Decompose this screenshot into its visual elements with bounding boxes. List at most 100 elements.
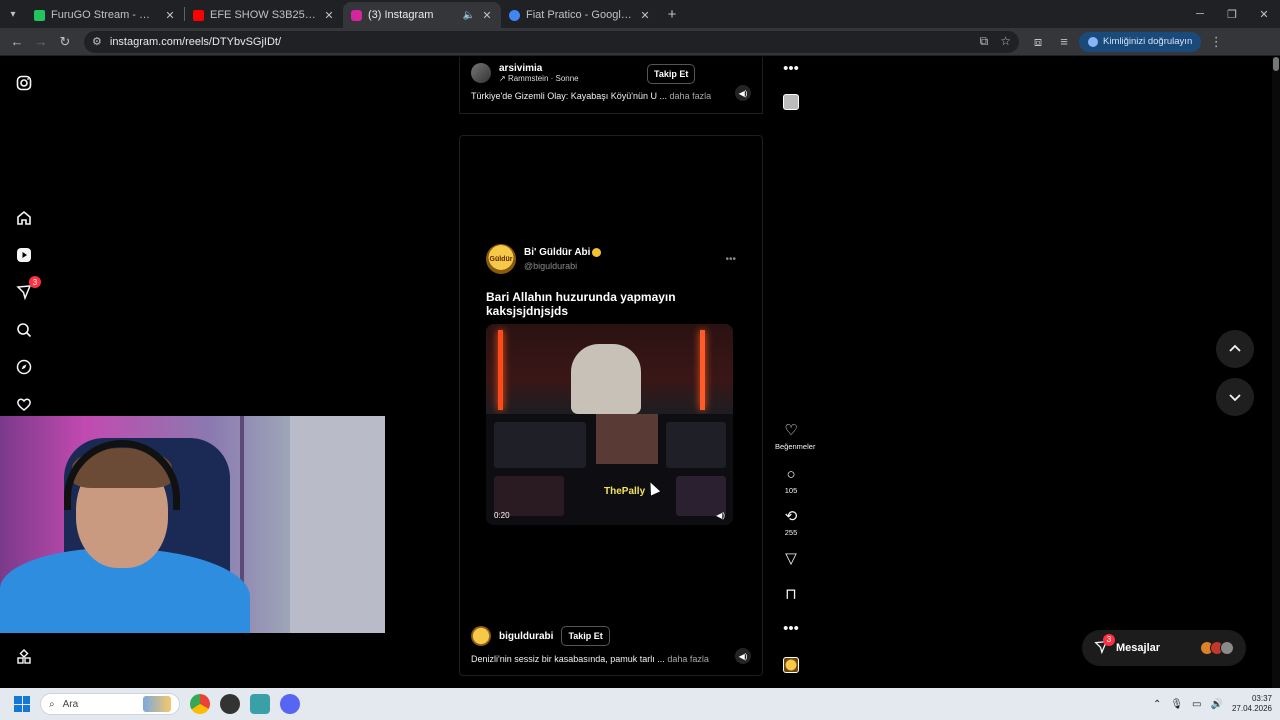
volume-icon[interactable]: 🔊 xyxy=(1211,699,1223,710)
search-icon: ⌕ xyxy=(49,698,55,710)
verify-identity-label: Kimliğinizi doğrulayın xyxy=(1103,36,1193,47)
explore-icon[interactable] xyxy=(14,357,34,377)
clock[interactable]: 03:37 27.04.2026 xyxy=(1232,694,1272,714)
comment-icon: ○ xyxy=(786,466,796,483)
messages-button[interactable]: 3 Mesajlar xyxy=(1082,630,1246,666)
neon-light xyxy=(498,330,503,410)
windows-start-icon[interactable] xyxy=(14,696,30,712)
more-link[interactable]: daha fazla xyxy=(670,91,712,101)
close-icon[interactable]: ✕ xyxy=(164,9,176,22)
video-time: 0:20 xyxy=(494,511,510,520)
new-tab-button[interactable]: + xyxy=(659,6,685,23)
video-overlay-logo: ThePally xyxy=(604,486,646,497)
forward-icon[interactable]: → xyxy=(30,31,52,53)
restore-icon[interactable]: ❐ xyxy=(1216,8,1248,21)
browser-toolbar: ← → ↻ ⚙ instagram.com/reels/DTYbvSGjIDt/… xyxy=(0,28,1280,56)
chrome-icon[interactable] xyxy=(190,694,210,714)
close-window-icon[interactable]: ✕ xyxy=(1248,8,1280,21)
like-button[interactable]: ♡ Beğenmeler xyxy=(775,423,815,452)
tweet-more-icon: ••• xyxy=(725,253,736,265)
tab-instagram[interactable]: (3) Instagram 🔈 ✕ xyxy=(343,2,501,28)
reels-icon[interactable] xyxy=(14,245,34,265)
reel-author-row: biguldurabi Takip Et xyxy=(471,626,610,646)
scrollbar-thumb[interactable] xyxy=(1273,57,1279,71)
follow-button[interactable]: Takip Et xyxy=(561,626,610,646)
reel-more-icon[interactable]: ••• xyxy=(775,621,807,637)
extensions-icon[interactable]: ⧈ xyxy=(1027,31,1049,53)
neon-light xyxy=(700,330,705,410)
audio-thumbnail-icon[interactable] xyxy=(783,657,799,673)
reel-music[interactable]: ↗ Rammstein · Sonne xyxy=(499,74,579,83)
avatar[interactable] xyxy=(471,63,491,83)
scrollbar[interactable] xyxy=(1272,57,1280,688)
back-icon[interactable]: ← xyxy=(6,31,28,53)
heart-icon[interactable] xyxy=(14,394,34,414)
mute-icon[interactable]: ◀) xyxy=(735,648,751,664)
install-app-icon[interactable]: ⧉ xyxy=(980,34,989,49)
audio-thumbnail-icon[interactable] xyxy=(783,94,799,110)
tab-furugo[interactable]: FuruGO Stream - Watch Live o ✕ xyxy=(26,2,184,28)
previous-reel-button[interactable] xyxy=(1216,330,1254,368)
current-reel[interactable]: Güldür Bi' Güldür Abi @biguldurabi ••• B… xyxy=(459,135,763,676)
video-stream-scene xyxy=(486,324,733,414)
reel-caption[interactable]: Türkiye'de Gizemli Olay: Kayabaşı Köyü'n… xyxy=(471,91,711,101)
video-screen-capture: ThePally xyxy=(486,414,733,525)
clock-time: 03:37 xyxy=(1251,694,1272,703)
repost-count: 255 xyxy=(784,528,798,537)
tweet-text: Bari Allahın huzurunda yapmayın kaksjsjd… xyxy=(486,290,676,318)
display-icon[interactable]: ▭ xyxy=(1192,699,1201,710)
verify-identity-button[interactable]: Kimliğinizi doğrulayın xyxy=(1079,31,1202,52)
discord-icon[interactable] xyxy=(280,694,300,714)
search-highlight-image xyxy=(143,696,171,712)
tab-efe-show[interactable]: EFE SHOW S3B25 | HİKAYEDEN ✕ xyxy=(185,2,343,28)
previous-reel[interactable]: arsivimia ↗ Rammstein · Sonne Takip Et T… xyxy=(459,57,763,114)
next-reel-button[interactable] xyxy=(1216,378,1254,416)
reel-caption[interactable]: Denizli'nin sessiz bir kasabasında, pamu… xyxy=(471,654,709,664)
app-icon[interactable] xyxy=(220,694,240,714)
chevron-up-icon[interactable]: ⌃ xyxy=(1153,699,1161,710)
tab-title: EFE SHOW S3B25 | HİKAYEDEN xyxy=(210,9,317,21)
reel-username[interactable]: biguldurabi xyxy=(499,631,553,642)
reload-icon[interactable]: ↻ xyxy=(54,31,76,53)
app-icon[interactable] xyxy=(250,694,270,714)
taskbar-search[interactable]: ⌕ Ara xyxy=(40,693,180,715)
more-icon[interactable] xyxy=(14,647,34,667)
follow-button[interactable]: Takip Et xyxy=(647,64,696,84)
share-button[interactable]: ▽ xyxy=(775,551,807,567)
video-person xyxy=(571,344,641,414)
repost-button[interactable]: ⟲ 255 xyxy=(775,509,807,538)
search-icon[interactable] xyxy=(14,320,34,340)
close-icon[interactable]: ✕ xyxy=(481,9,493,22)
media-controls-icon[interactable]: ≡ xyxy=(1053,31,1075,53)
comment-button[interactable]: ○ 105 xyxy=(775,466,807,496)
avatar[interactable] xyxy=(471,626,491,646)
avatar-logo-text: Güldür xyxy=(489,255,513,263)
reel-actions: ••• ♡ Beğenmeler ○ 105 ⟲ 255 ▽ ⊓ ••• xyxy=(775,57,815,688)
url-text[interactable]: instagram.com/reels/DTYbvSGjIDt/ xyxy=(110,36,281,48)
browser-menu-icon[interactable]: ⋮ xyxy=(1205,31,1227,53)
messenger-icon[interactable]: 3 xyxy=(14,276,41,302)
prev-more-icon[interactable]: ••• xyxy=(775,61,807,77)
tab-title: Fiat Pratico - Google'da Ara xyxy=(526,9,633,21)
tab-search-button[interactable]: ▾ xyxy=(0,0,26,28)
minimize-icon[interactable]: ─ xyxy=(1184,8,1216,21)
mute-icon[interactable]: ◀) xyxy=(735,85,751,101)
site-info-icon[interactable]: ⚙ xyxy=(92,35,102,48)
tab-google-search[interactable]: Fiat Pratico - Google'da Ara ✕ xyxy=(501,2,659,28)
speaker-icon[interactable]: 🔈 xyxy=(463,10,475,21)
chevron-down-icon xyxy=(1229,394,1241,402)
bookmark-star-icon[interactable]: ☆ xyxy=(1000,34,1011,49)
microphone-icon[interactable]: 🎙 xyxy=(1170,699,1183,710)
google-favicon-icon xyxy=(509,9,520,21)
more-link[interactable]: daha fazla xyxy=(667,654,709,664)
home-icon[interactable] xyxy=(14,208,34,228)
close-icon[interactable]: ✕ xyxy=(639,9,651,22)
message-avatars xyxy=(1200,641,1234,655)
reel-username[interactable]: arsivimia xyxy=(499,63,579,74)
address-bar[interactable]: ⚙ instagram.com/reels/DTYbvSGjIDt/ ⧉ ☆ xyxy=(84,30,1019,53)
close-icon[interactable]: ✕ xyxy=(323,9,335,22)
profile-icon xyxy=(1088,36,1098,47)
taskbar: ⌕ Ara ⌃ 🎙 ▭ 🔊 03:37 27.04.2026 xyxy=(0,688,1280,720)
instagram-icon[interactable] xyxy=(14,73,34,93)
save-button[interactable]: ⊓ xyxy=(775,587,807,603)
